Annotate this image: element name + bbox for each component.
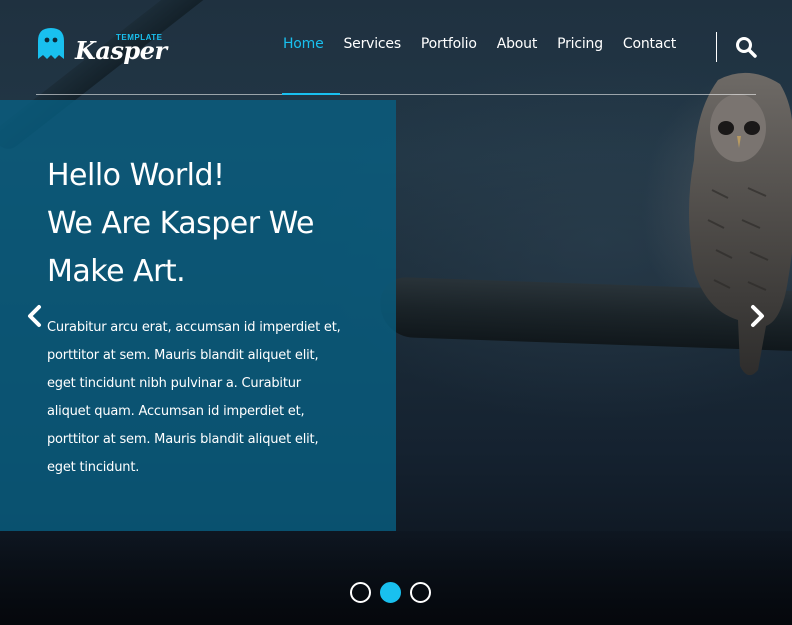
bottom-shade [0,531,792,625]
search-icon[interactable] [735,36,757,58]
slider-bullets [350,582,431,603]
chevron-left-icon[interactable] [24,301,46,331]
owl-image [689,72,792,376]
hero-title: Hello World! We Are Kasper We Make Art. [47,152,377,296]
nav-divider [716,32,717,62]
logo[interactable]: Kasper TEMPLATE [36,24,167,65]
nav-item-services[interactable]: Services [343,36,401,52]
hero-text: Curabitur arcu erat, accumsan id imperdi… [47,320,341,475]
nav-item-about[interactable]: About [497,36,538,52]
hero-title-line: We Are Kasper We [47,206,314,241]
nav-item-home[interactable]: Home [283,36,324,52]
nav-item-portfolio[interactable]: Portfolio [421,36,477,52]
active-nav-indicator [282,93,340,95]
slider-bullet-active[interactable] [380,582,401,603]
slider-bullet[interactable] [350,582,371,603]
ghost-icon [38,28,64,59]
hero-title-line: Make Art. [47,254,186,289]
brand-tagline: TEMPLATE [116,33,163,42]
header-divider [36,94,756,95]
slider-bullet[interactable] [410,582,431,603]
chevron-right-icon[interactable] [746,301,768,331]
nav-item-pricing[interactable]: Pricing [557,36,603,52]
main-nav: Home Services Portfolio About Pricing Co… [263,36,676,52]
hero-title-line: Hello World! [47,158,225,193]
nav-item-contact[interactable]: Contact [623,36,676,52]
